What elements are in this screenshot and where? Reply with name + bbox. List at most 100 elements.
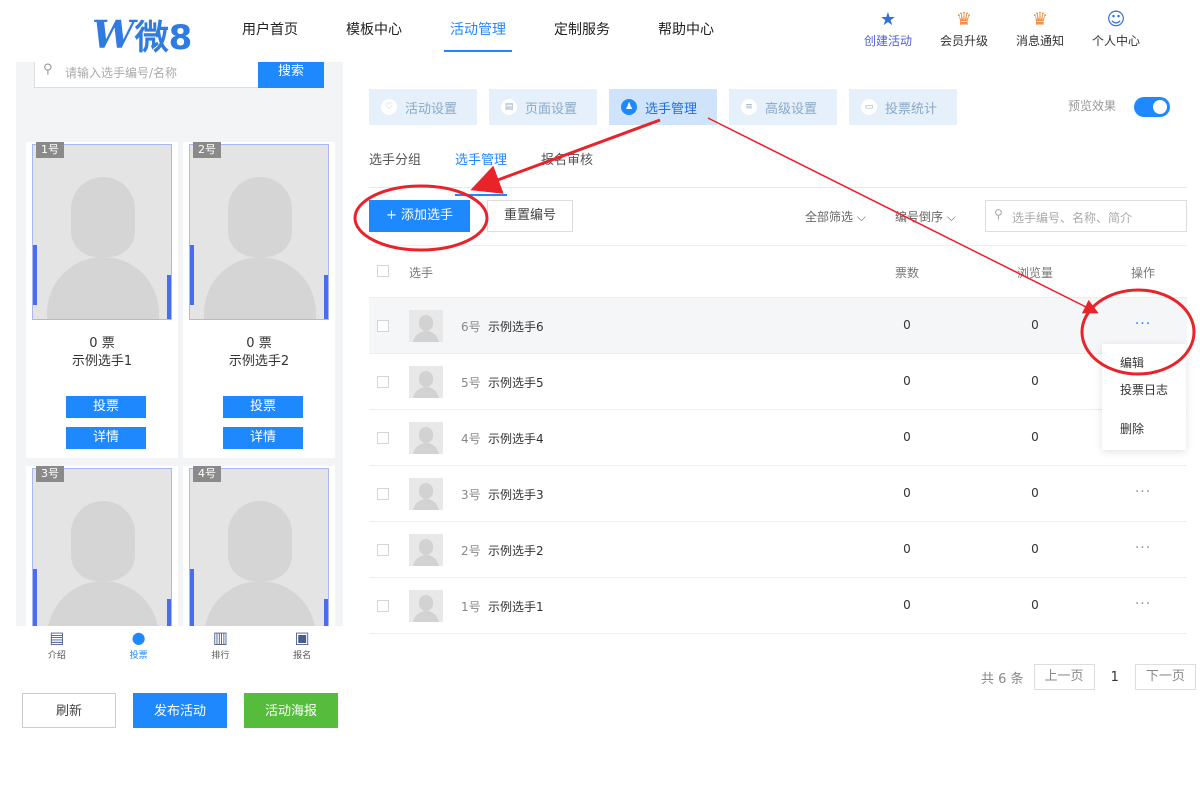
nav-activity-management[interactable]: 活动管理 [426, 0, 530, 62]
player-name: 示例选手1 [488, 600, 544, 614]
player-views: 0 [1031, 542, 1039, 556]
select-all-checkbox[interactable] [377, 265, 389, 277]
preview-toggle[interactable] [1134, 97, 1170, 117]
table-row[interactable]: 3号 示例选手3 0 0 ··· [369, 466, 1187, 522]
row-checkbox[interactable] [377, 320, 389, 332]
page: W 微8 用户首页 模板中心 活动管理 定制服务 帮助中心 ★ 创建活动 ♛ 会… [0, 0, 1200, 786]
user-center-button[interactable]: ☺ 个人中心 [1078, 8, 1154, 49]
player-name: 示例选手6 [488, 320, 544, 334]
avatar [409, 310, 443, 342]
player-number-badge: 4号 [193, 466, 221, 482]
tab-intro-label: 介绍 [47, 651, 66, 661]
preview-search-button[interactable]: 搜索 [258, 62, 324, 88]
logo-text: 微8 [134, 18, 193, 58]
preview-search: ⚲ 请输入选手编号/名称 搜索 [34, 62, 324, 88]
tab-signup-label: 报名 [293, 651, 312, 661]
vote-button[interactable]: 投票 [66, 396, 146, 418]
player-views: 0 [1031, 374, 1039, 388]
sort-order-select[interactable]: 编号倒序 ⌵ [895, 208, 956, 225]
step-vote-stats[interactable]: ▭ 投票统计 [849, 89, 957, 125]
more-actions-icon[interactable]: ··· [1109, 316, 1177, 332]
step-label: 页面设置 [525, 101, 578, 117]
player-toolbar: + 添加选手 重置编号 全部筛选 ⌵ 编号倒序 ⌵ ⚲ 选手编号、名称、简介 [369, 200, 1187, 246]
row-checkbox[interactable] [377, 600, 389, 612]
tab-signup-review[interactable]: 报名审核 [541, 144, 593, 187]
more-actions-icon[interactable]: ··· [1109, 540, 1177, 556]
avatar [409, 590, 443, 622]
table-row[interactable]: 2号 示例选手2 0 0 ··· [369, 522, 1187, 578]
notifications-label: 消息通知 [1015, 34, 1064, 48]
tab-player-groups[interactable]: 选手分组 [369, 144, 421, 187]
poster-button[interactable]: 活动海报 [244, 693, 338, 728]
row-checkbox[interactable] [377, 488, 389, 500]
delete-menu-item[interactable]: 删除 [1120, 420, 1144, 437]
row-checkbox[interactable] [377, 544, 389, 556]
detail-button[interactable]: 详情 [223, 427, 303, 449]
member-upgrade-label: 会员升级 [939, 34, 988, 48]
tab-player-management[interactable]: 选手管理 [455, 144, 508, 196]
table-row[interactable]: 6号 示例选手6 0 0 ··· [369, 298, 1187, 354]
person-icon: ● [131, 628, 146, 647]
logo[interactable]: W 微8 [92, 10, 192, 59]
more-actions-icon[interactable]: ··· [1109, 484, 1177, 500]
tab-intro[interactable]: ▤ 介绍 [16, 626, 98, 674]
publish-button[interactable]: 发布活动 [133, 693, 227, 728]
edit-menu-item[interactable]: 编辑 [1120, 354, 1144, 371]
tab-signup[interactable]: ▣ 报名 [261, 626, 343, 674]
tab-ranking-label: 排行 [211, 651, 230, 661]
table-row[interactable]: 5号 示例选手5 0 0 [369, 354, 1187, 410]
step-label: 活动设置 [405, 101, 458, 117]
create-activity-button[interactable]: ★ 创建活动 [850, 8, 926, 49]
prev-page-button[interactable]: 上一页 [1033, 664, 1095, 690]
nav-help[interactable]: 帮助中心 [634, 0, 738, 62]
tab-vote-label: 投票 [129, 651, 148, 661]
current-page[interactable]: 1 [1111, 670, 1119, 685]
player-search-input[interactable]: ⚲ 选手编号、名称、简介 [985, 200, 1187, 232]
player-name: 示例选手1 [71, 354, 133, 369]
nav-templates[interactable]: 模板中心 [322, 0, 426, 62]
notifications-button[interactable]: ♛ 消息通知 [1002, 8, 1078, 49]
tab-vote[interactable]: ● 投票 [98, 626, 180, 674]
table-row[interactable]: 1号 示例选手1 0 0 ··· [369, 578, 1187, 634]
player-votes: 0 [903, 486, 911, 500]
vote-button[interactable]: 投票 [223, 396, 303, 418]
detail-button[interactable]: 详情 [66, 427, 146, 449]
reset-number-button[interactable]: 重置编号 [487, 200, 573, 232]
player-number-badge: 1号 [36, 142, 64, 158]
add-player-button[interactable]: + 添加选手 [369, 200, 470, 232]
player-card: 2号 0 票 示例选手2 投票 详情 [183, 142, 335, 458]
row-checkbox[interactable] [377, 376, 389, 388]
player-votes: 0 [903, 430, 911, 444]
header-player: 选手 [409, 266, 434, 280]
step-advanced-settings[interactable]: ≡ 高级设置 [729, 89, 837, 125]
total-count: 共 6 条 [981, 671, 1024, 687]
bell-icon: ♛ [1031, 9, 1049, 30]
step-label: 投票统计 [885, 101, 938, 117]
row-actions-dropdown: 编辑 投票日志 删除 [1102, 344, 1186, 450]
tab-ranking[interactable]: ▥ 排行 [180, 626, 262, 674]
person-icon: ♟ [621, 99, 637, 115]
player-number: 4号 [461, 432, 481, 446]
player-number-badge: 3号 [36, 466, 64, 482]
more-actions-icon[interactable]: ··· [1109, 596, 1177, 612]
player-number: 3号 [461, 488, 481, 502]
player-votes: 0 [903, 598, 911, 612]
step-page-settings[interactable]: ▤ 页面设置 [489, 89, 597, 125]
next-page-button[interactable]: 下一页 [1134, 664, 1196, 690]
star-icon: ★ [879, 9, 897, 30]
vote-log-menu-item[interactable]: 投票日志 [1120, 381, 1168, 398]
member-upgrade-button[interactable]: ♛ 会员升级 [926, 8, 1002, 49]
refresh-button[interactable]: 刷新 [22, 693, 116, 728]
player-card: 1号 0 票 示例选手1 投票 详情 [26, 142, 178, 458]
nav-home[interactable]: 用户首页 [218, 0, 322, 62]
step-player-management[interactable]: ♟ 选手管理 [609, 89, 717, 125]
preview-search-input[interactable]: 请输入选手编号/名称 [65, 64, 177, 81]
pagination: 共 6 条 上一页 1 下一页 [981, 664, 1196, 690]
step-activity-settings[interactable]: ♡ 活动设置 [369, 89, 477, 125]
row-checkbox[interactable] [377, 432, 389, 444]
player-votes: 0 票 [89, 336, 115, 351]
filter-all-select[interactable]: 全部筛选 ⌵ [805, 208, 866, 225]
table-row[interactable]: 4号 示例选手4 0 0 [369, 410, 1187, 466]
avatar [409, 478, 443, 510]
nav-custom-service[interactable]: 定制服务 [530, 0, 634, 62]
